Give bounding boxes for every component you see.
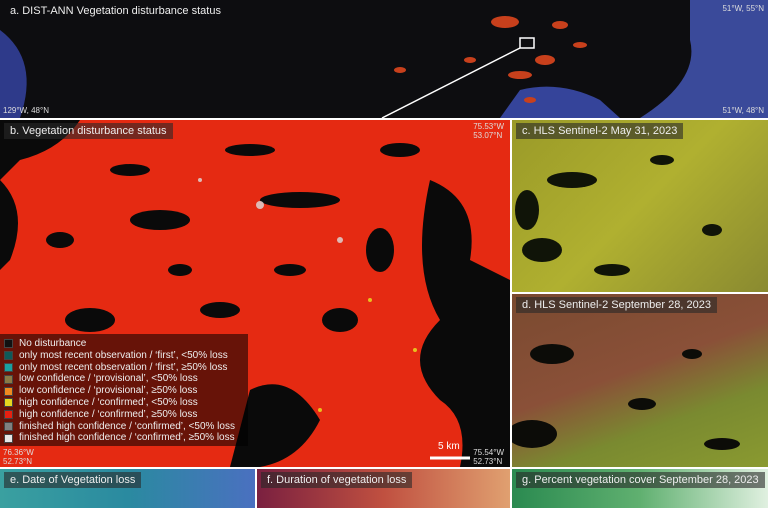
legend-item: only most recent observation / ‘first’, … [4,362,235,374]
legend-swatch [4,410,13,420]
legend-label: finished high confidence / ‘confirmed’, … [19,420,235,432]
legend-label: only most recent observation / ‘first’, … [19,361,228,373]
legend-swatch [4,386,13,396]
legend-label: only most recent observation / ‘first’, … [19,349,228,361]
legend-swatch [4,351,13,361]
panel-a-title: a. DIST-ANN Vegetation disturbance statu… [10,5,221,17]
sentinel-may-image [515,155,722,276]
panel-f-title: f. Duration of vegetation loss [261,472,413,488]
legend-item: low confidence / ‘provisional’, <50% los… [4,373,235,385]
legend-label: high confidence / ‘confirmed’, <50% loss [19,396,198,408]
legend-item: only most recent observation / ‘first’, … [4,350,235,362]
sentinel-september-image [512,344,740,450]
legend-label: No disturbance [19,338,87,349]
legend-item: No disturbance [4,338,235,350]
panel-g-title: g. Percent vegetation cover September 28… [516,472,765,488]
legend-item: finished high confidence / ‘confirmed’, … [4,432,235,444]
legend-label: low confidence / ‘provisional’, <50% los… [19,373,198,385]
panel-c-title: c. HLS Sentinel-2 May 31, 2023 [516,123,684,139]
legend-item: low confidence / ‘provisional’, ≥50% los… [4,385,235,397]
panel-e-title: e. Date of Vegetation loss [4,472,142,488]
panel-d-title: d. HLS Sentinel-2 September 28, 2023 [516,297,717,313]
legend-item: high confidence / ‘confirmed’, <50% loss [4,397,235,409]
panel-d-sentinel-september: d. HLS Sentinel-2 September 28, 2023 [512,294,768,467]
legend-swatch [4,398,13,408]
legend-label: finished high confidence / ‘confirmed’, … [19,432,235,444]
zoom-leader-line [381,47,521,118]
panel-f-duration-of-loss: f. Duration of vegetation loss [257,469,510,508]
panel-g-vegetation-cover: g. Percent vegetation cover September 28… [512,469,768,508]
panel-b-title: b. Vegetation disturbance status [4,123,173,139]
legend-item: high confidence / ‘confirmed’, ≥50% loss [4,409,235,421]
panel-b-disturbance-map: b. Vegetation disturbance status 75.53°W… [0,120,510,467]
legend-swatch [4,433,13,443]
coord-se: 75.54°W 52.73°N [473,448,504,466]
panel-c-sentinel-may: c. HLS Sentinel-2 May 31, 2023 [512,120,768,292]
zoom-extent-box [519,37,535,49]
coord-ne: 75.53°W 53.07°N [473,122,504,140]
panel-e-date-of-loss: e. Date of Vegetation loss [0,469,255,508]
legend-swatch [4,374,13,384]
coord-sw: 76.36°W 52.73°N [3,448,34,466]
legend-item: finished high confidence / ‘confirmed’, … [4,421,235,433]
legend-swatch [4,339,13,349]
coord-se: 51°W, 48°N [722,106,764,115]
legend-label: high confidence / ‘confirmed’, ≥50% loss [19,408,198,420]
legend-swatch [4,421,13,431]
legend: No disturbance only most recent observati… [4,338,235,444]
coord-ne: 51°W, 55°N [722,4,764,13]
panel-a-overview-map: a. DIST-ANN Vegetation disturbance statu… [0,0,768,118]
scale-label: 5 km [438,441,460,452]
coord-sw: 129°W, 48°N [3,106,49,115]
legend-swatch [4,362,13,372]
legend-label: low confidence / ‘provisional’, ≥50% los… [19,385,198,397]
